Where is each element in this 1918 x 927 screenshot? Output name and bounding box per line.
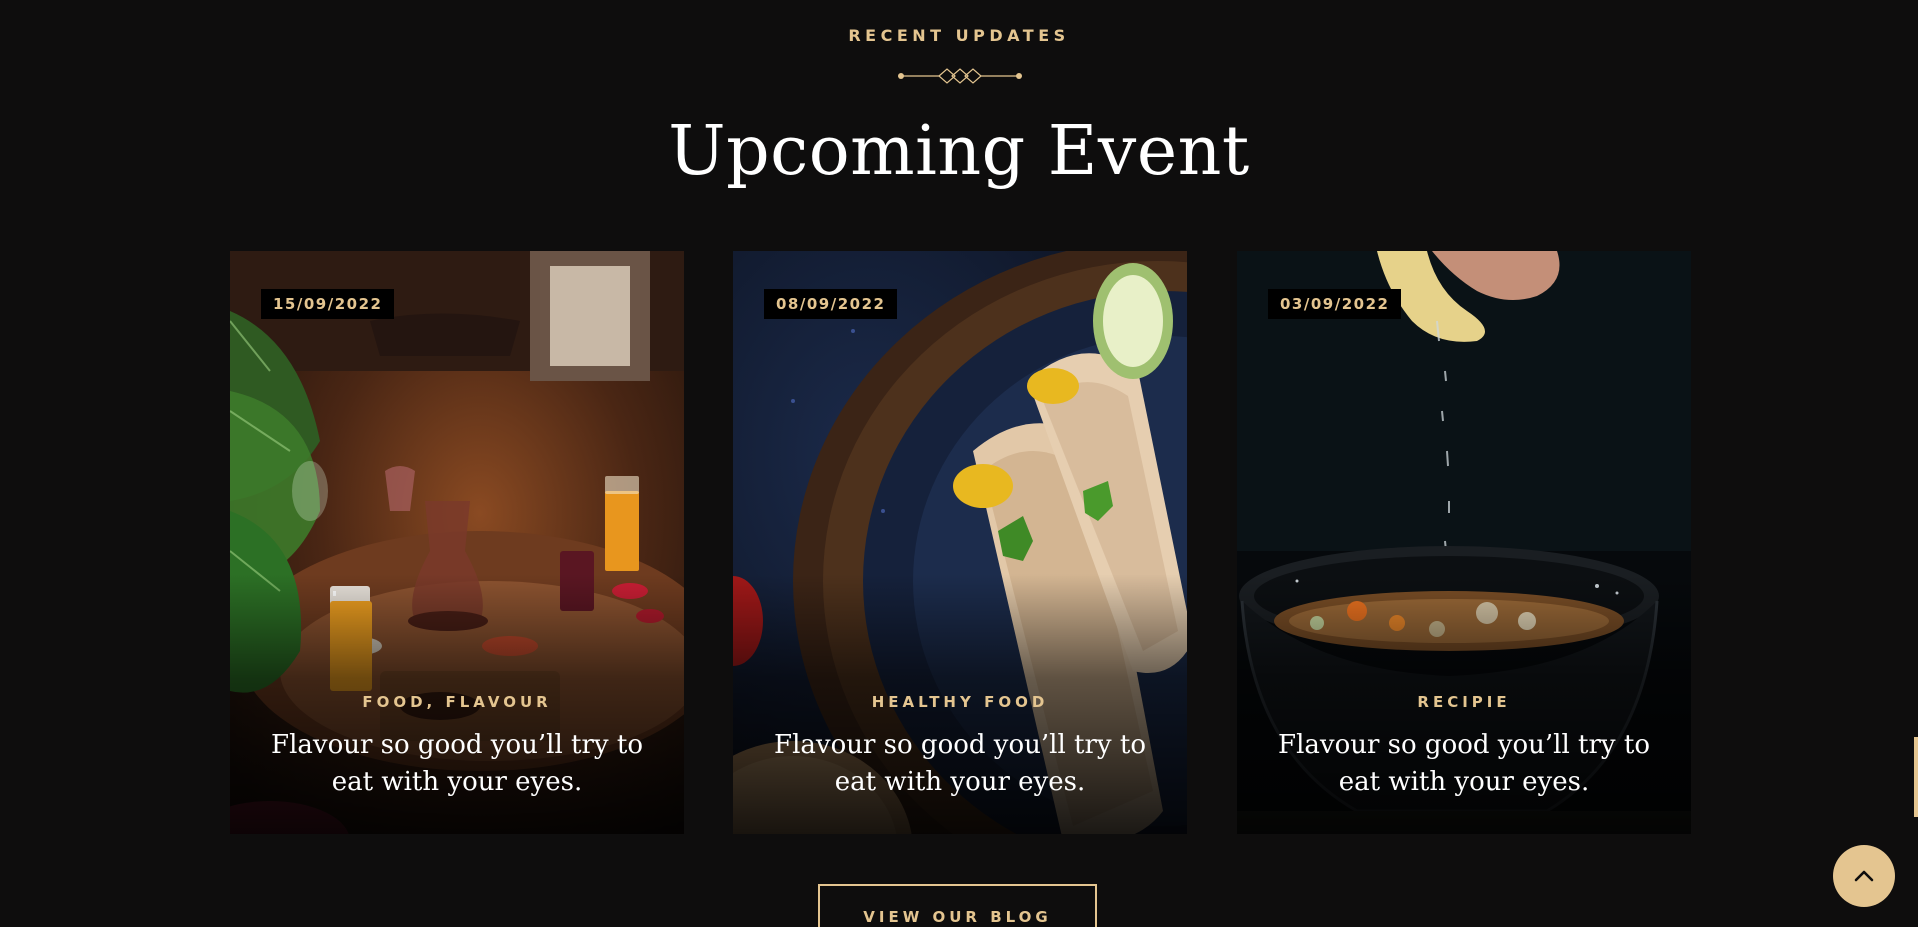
event-date-badge: 03/09/2022 (1268, 289, 1402, 319)
section-eyebrow: RECENT UPDATES (848, 26, 1070, 45)
event-card[interactable]: 03/09/2022 RECIPIE Flavour so good you’l… (1237, 251, 1691, 834)
back-to-top-button[interactable] (1833, 845, 1895, 907)
event-card[interactable]: 08/09/2022 HEALTHY FOOD Flavour so good … (733, 251, 1187, 834)
event-category[interactable]: FOOD, FLAVOUR (230, 693, 684, 711)
event-card-list: 15/09/2022 FOOD, FLAVOUR Flavour so good… (230, 251, 1691, 834)
chevron-up-icon (1854, 870, 1874, 882)
event-card[interactable]: 15/09/2022 FOOD, FLAVOUR Flavour so good… (230, 251, 684, 834)
event-date-badge: 15/09/2022 (261, 289, 395, 319)
ornament-divider-icon (898, 68, 1022, 84)
event-title-link[interactable]: Flavour so good you’ll try to eat with y… (260, 727, 654, 801)
side-drawer-tab[interactable] (1914, 737, 1918, 817)
event-category[interactable]: RECIPIE (1237, 693, 1691, 711)
section-title: Upcoming Event (668, 112, 1250, 191)
view-our-blog-button[interactable]: VIEW OUR BLOG (818, 884, 1097, 927)
event-date-badge: 08/09/2022 (764, 289, 898, 319)
event-title-link[interactable]: Flavour so good you’ll try to eat with y… (1267, 727, 1661, 801)
upcoming-event-section: RECENT UPDATES Upcoming Event 15/09/2022… (0, 0, 1918, 927)
event-category[interactable]: HEALTHY FOOD (733, 693, 1187, 711)
event-title-link[interactable]: Flavour so good you’ll try to eat with y… (763, 727, 1157, 801)
